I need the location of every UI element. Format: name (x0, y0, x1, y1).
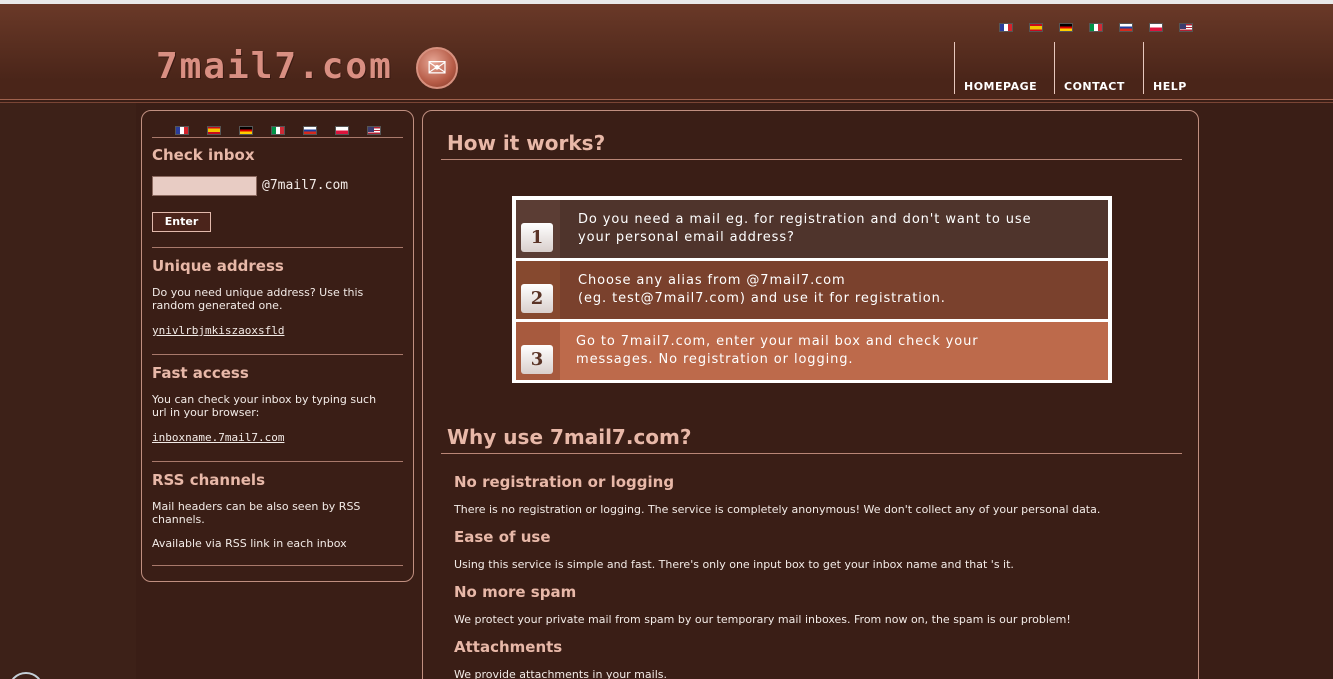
feature-title: Attachments (454, 638, 563, 656)
sidebar-divider (152, 247, 403, 248)
flag-it-icon[interactable] (271, 126, 285, 135)
nav-separator (1143, 42, 1144, 94)
check-inbox-heading: Check inbox (152, 146, 255, 164)
flag-ru-icon[interactable] (1119, 23, 1133, 32)
flag-us-icon[interactable] (367, 126, 381, 135)
flag-de-icon[interactable] (1059, 23, 1073, 32)
feature-text: We protect your private mail from spam b… (454, 613, 1071, 626)
feature-text: Using this service is simple and fast. T… (454, 558, 1014, 571)
step-text: Go to 7mail7.com, enter your mail box an… (576, 334, 979, 367)
feature-title: Ease of use (454, 528, 551, 546)
why-use-heading: Why use 7mail7.com? (447, 425, 692, 449)
flag-it-icon[interactable] (1089, 23, 1103, 32)
heading-divider (441, 453, 1182, 454)
main-content: How it works? 1 Do you need a mail eg. f… (422, 110, 1199, 679)
header-divider (0, 102, 1333, 103)
flag-es-icon[interactable] (207, 126, 221, 135)
how-it-works-heading: How it works? (447, 131, 606, 155)
flag-es-icon[interactable] (1029, 23, 1043, 32)
step-2: 2 Choose any alias from @7mail7.com (eg. … (516, 261, 1108, 319)
nav-separator (1054, 42, 1055, 94)
flag-pl-icon[interactable] (335, 126, 349, 135)
envelope-icon[interactable]: ✉ (416, 47, 458, 89)
nav-homepage-link[interactable]: HOMEPAGE (964, 80, 1037, 93)
sidebar-divider (152, 137, 403, 138)
step-number: 2 (521, 284, 553, 313)
enter-button[interactable]: Enter (152, 212, 211, 232)
fast-access-heading: Fast access (152, 364, 249, 382)
sidebar: Check inbox @7mail7.com Enter Unique add… (141, 110, 414, 582)
nav-contact-link[interactable]: CONTACT (1064, 80, 1125, 93)
sidebar-divider (152, 354, 403, 355)
header-language-flags (999, 17, 1209, 36)
steps-box: 1 Do you need a mail eg. for registratio… (512, 196, 1112, 383)
inbox-name-input[interactable] (152, 176, 257, 196)
step-text: Choose any alias from @7mail7.com (eg. te… (578, 273, 946, 306)
step-text: Do you need a mail eg. for registration … (578, 212, 1032, 245)
step-3: 3 Go to 7mail7.com, enter your mail box … (516, 322, 1108, 380)
step-1: 1 Do you need a mail eg. for registratio… (516, 200, 1108, 258)
sidebar-divider (152, 461, 403, 462)
unique-address-text: Do you need unique address? Use this ran… (152, 286, 364, 312)
flag-ru-icon[interactable] (303, 126, 317, 135)
flag-fr-icon[interactable] (175, 126, 189, 135)
rss-text: Mail headers can be also seen by RSS cha… (152, 500, 361, 526)
inbox-domain-label: @7mail7.com (262, 178, 349, 193)
step-number: 3 (521, 345, 553, 374)
feature-text: We provide attachments in your mails. (454, 668, 667, 679)
fast-access-link[interactable]: inboxname.7mail7.com (152, 431, 284, 444)
sidebar-divider (152, 565, 403, 566)
unique-address-heading: Unique address (152, 257, 284, 275)
feature-text: There is no registration or logging. The… (454, 503, 1101, 516)
flag-de-icon[interactable] (239, 126, 253, 135)
flag-fr-icon[interactable] (999, 23, 1013, 32)
feature-title: No more spam (454, 583, 577, 601)
step-number: 1 (521, 223, 553, 252)
rss-availability-text: Available via RSS link in each inbox (152, 537, 347, 550)
feature-title: No registration or logging (454, 473, 675, 491)
flag-pl-icon[interactable] (1149, 23, 1163, 32)
unique-address-link[interactable]: ynivlrbjmkiszaoxsfld (152, 324, 284, 337)
flag-us-icon[interactable] (1179, 23, 1193, 32)
nav-help-link[interactable]: HELP (1153, 80, 1187, 93)
fast-access-text: You can check your inbox by typing such … (152, 393, 377, 419)
rss-heading: RSS channels (152, 471, 265, 489)
site-logo[interactable]: 7mail7.com (156, 46, 393, 87)
heading-divider (441, 159, 1182, 160)
nav-separator (954, 42, 955, 94)
left-background-strip (0, 103, 136, 679)
